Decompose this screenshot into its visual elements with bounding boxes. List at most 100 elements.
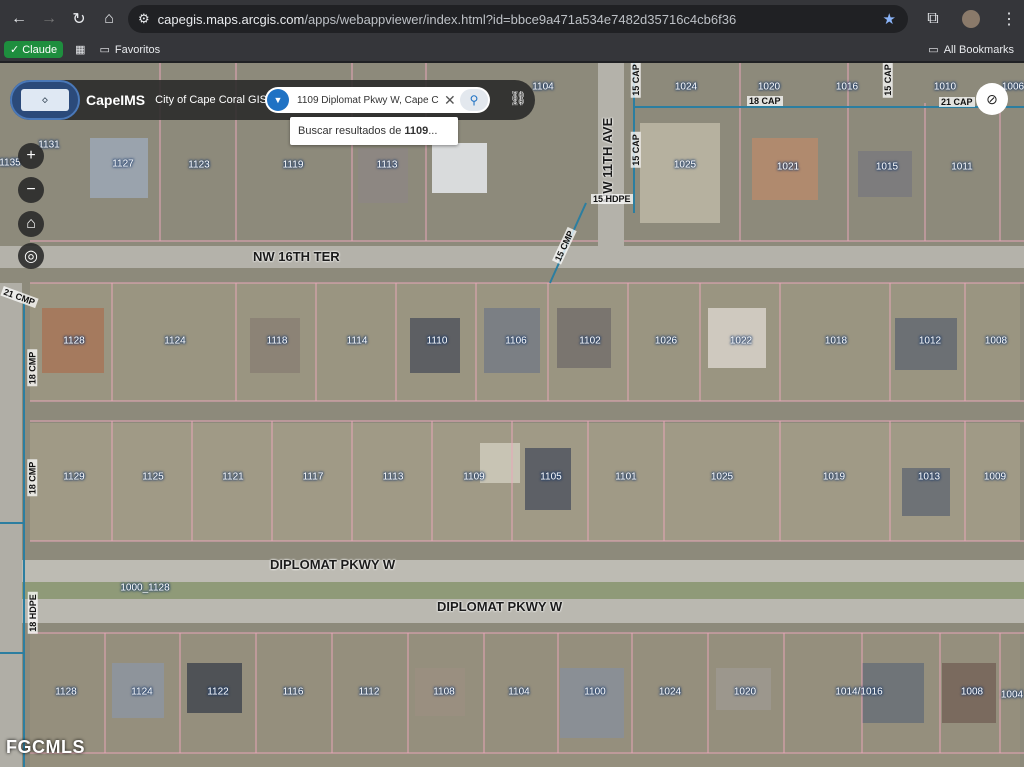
parcel-label-selected[interactable]: 1109 — [463, 472, 485, 483]
parcel-label[interactable]: 1022 — [730, 336, 752, 347]
parcel-label[interactable]: 1113 — [383, 472, 404, 483]
parcel-label[interactable]: 1108 — [433, 687, 455, 698]
browser-toolbar: ← → ↻ ⌂ ⚙ capegis.maps.arcgis.com /apps/… — [0, 0, 1024, 38]
chevron-down-icon: ▼ — [273, 95, 283, 105]
parcel-label[interactable]: 1025 — [711, 472, 733, 483]
pipe-label: 21 CAP — [939, 97, 975, 107]
parcel-label[interactable]: 1015 — [876, 162, 898, 173]
apps-icon[interactable]: ▦ — [75, 43, 85, 56]
parcel-label[interactable]: 1020 — [758, 82, 780, 93]
city-seal-icon: ◇ — [21, 89, 69, 111]
toggle-layers-button[interactable]: ⊘ — [976, 83, 1008, 115]
pipe-label: 15 HDPE — [591, 194, 633, 204]
link-icon[interactable]: ⛓ — [509, 90, 527, 107]
extensions-icon[interactable]: ⧉ — [918, 4, 948, 34]
back-icon[interactable]: ← — [4, 4, 34, 34]
profile-avatar[interactable] — [956, 4, 986, 34]
parcel-label[interactable]: 1104 — [532, 82, 554, 93]
parcel-label[interactable]: 1024 — [675, 82, 697, 93]
address-bar[interactable]: ⚙ capegis.maps.arcgis.com /apps/webappvi… — [128, 5, 908, 33]
road-nw16th — [0, 246, 1024, 268]
home-extent-button[interactable]: ⌂ — [18, 211, 44, 237]
site-info-icon[interactable]: ⚙ — [138, 11, 150, 27]
parcel-label[interactable]: 1105 — [540, 472, 562, 483]
home-icon[interactable]: ⌂ — [94, 4, 124, 34]
search-source-dropdown[interactable]: ▼ — [267, 89, 289, 111]
parcel-label[interactable]: 1101 — [615, 472, 637, 483]
street-nw11th: NW 11TH AVE — [600, 117, 615, 203]
forward-icon[interactable]: → — [34, 4, 64, 34]
locate-button[interactable]: ◎ — [18, 243, 44, 269]
parcel-label[interactable]: 1024 — [659, 687, 681, 698]
pipe-label: 15 CAP — [882, 63, 893, 98]
sand-patch — [480, 443, 520, 483]
zoom-in-button[interactable]: + — [18, 143, 44, 169]
zoom-out-button[interactable]: − — [18, 177, 44, 203]
bookmark-claude[interactable]: ✓ Claude — [4, 41, 64, 58]
bookmarks-bar: ✓ Claude ▦ ▭ Favoritos ▭ All Bookmarks — [0, 38, 1024, 62]
parcel-label[interactable]: 1014/1016 — [835, 687, 882, 698]
bookmark-all[interactable]: ▭ All Bookmarks — [928, 43, 1014, 57]
pipe-label: 18 HDPE — [27, 592, 38, 634]
parcel-label[interactable]: 1026 — [655, 336, 677, 347]
parcel-label[interactable]: 1117 — [303, 472, 324, 483]
parcel-label[interactable]: 1020 — [734, 687, 756, 698]
parcel-label[interactable]: 1021 — [777, 162, 799, 173]
parcel-label[interactable]: 1122 — [207, 687, 229, 698]
parcel-label[interactable]: 1009 — [984, 472, 1006, 483]
parcel-label[interactable]: 1104 — [508, 687, 530, 698]
search-suggestion[interactable]: Buscar resultados de 1109 ... — [290, 117, 458, 145]
parcel-label[interactable]: 1102 — [579, 336, 601, 347]
road-west — [0, 283, 22, 767]
parcel-label[interactable]: 1025 — [674, 160, 696, 171]
cape-coral-logo: ◇ — [10, 80, 80, 120]
parcel-label[interactable]: 1121 — [222, 472, 244, 483]
parcel-label[interactable]: 1100 — [584, 687, 606, 698]
parcel-label[interactable]: 1106 — [505, 336, 527, 347]
street-diplomat-south: DIPLOMAT PKWY W — [437, 599, 563, 614]
parcel-label[interactable]: 1110 — [427, 336, 448, 347]
parcel-label[interactable]: 1011 — [951, 162, 973, 173]
parcel-label[interactable]: 1113 — [377, 160, 398, 171]
parcel-label[interactable]: 1125 — [142, 472, 164, 483]
parcel-label[interactable]: 1119 — [283, 160, 304, 171]
parcel-label[interactable]: 1124 — [164, 336, 186, 347]
map-view[interactable]: NW 16TH TER DIPLOMAT PKWY W DIPLOMAT PKW… — [0, 63, 1024, 767]
app-header: ◇ CapeIMS City of Cape Coral GIS ▼ ✕ ⚲ ⛓ — [10, 80, 535, 120]
parcel-label[interactable]: 1008 — [985, 336, 1007, 347]
check-icon: ✓ — [10, 44, 20, 56]
locate-icon: ◎ — [24, 248, 38, 265]
parcel-label[interactable]: 1018 — [825, 336, 847, 347]
parcel-label[interactable]: 1129 — [63, 472, 85, 483]
parcel-label[interactable]: 1124 — [131, 687, 153, 698]
parcel-label[interactable]: 1010 — [934, 82, 956, 93]
parcel-label[interactable]: 1019 — [823, 472, 845, 483]
parcel-label[interactable]: 1128 — [63, 336, 85, 347]
menu-icon[interactable]: ⋮ — [994, 4, 1024, 34]
bookmark-favoritos[interactable]: ▭ Favoritos — [99, 43, 160, 57]
watermark: FGCMLS — [6, 737, 85, 757]
parcel-label[interactable]: 1112 — [359, 687, 380, 698]
pipe-label: 15 CAP — [630, 132, 641, 168]
minus-icon: − — [26, 181, 36, 198]
reload-icon[interactable]: ↻ — [64, 4, 94, 34]
bookmark-star-icon[interactable]: ★ — [883, 10, 896, 28]
house — [560, 668, 624, 738]
clear-icon[interactable]: ✕ — [444, 92, 456, 109]
parcel-label[interactable]: 1013 — [918, 472, 940, 483]
pipe-label: 18 CMP — [27, 349, 38, 387]
street-nw16th: NW 16TH TER — [253, 249, 340, 264]
parcel-label[interactable]: 1118 — [267, 336, 288, 347]
parcel-label[interactable]: 1004 — [1001, 690, 1023, 701]
parcel-range-label[interactable]: 1000_1128 — [120, 583, 169, 594]
parcel-label[interactable]: 1012 — [919, 336, 941, 347]
parcel-label[interactable]: 1114 — [347, 336, 368, 347]
parcel-label[interactable]: 1127 — [112, 159, 134, 170]
parcel-label[interactable]: 1016 — [836, 82, 858, 93]
parcel-label[interactable]: 1128 — [55, 687, 77, 698]
parcel-label[interactable]: 1008 — [961, 687, 983, 698]
search-input[interactable] — [297, 94, 442, 106]
parcel-label[interactable]: 1123 — [188, 160, 210, 171]
search-button[interactable]: ⚲ — [460, 89, 488, 111]
parcel-label[interactable]: 1116 — [283, 687, 304, 698]
